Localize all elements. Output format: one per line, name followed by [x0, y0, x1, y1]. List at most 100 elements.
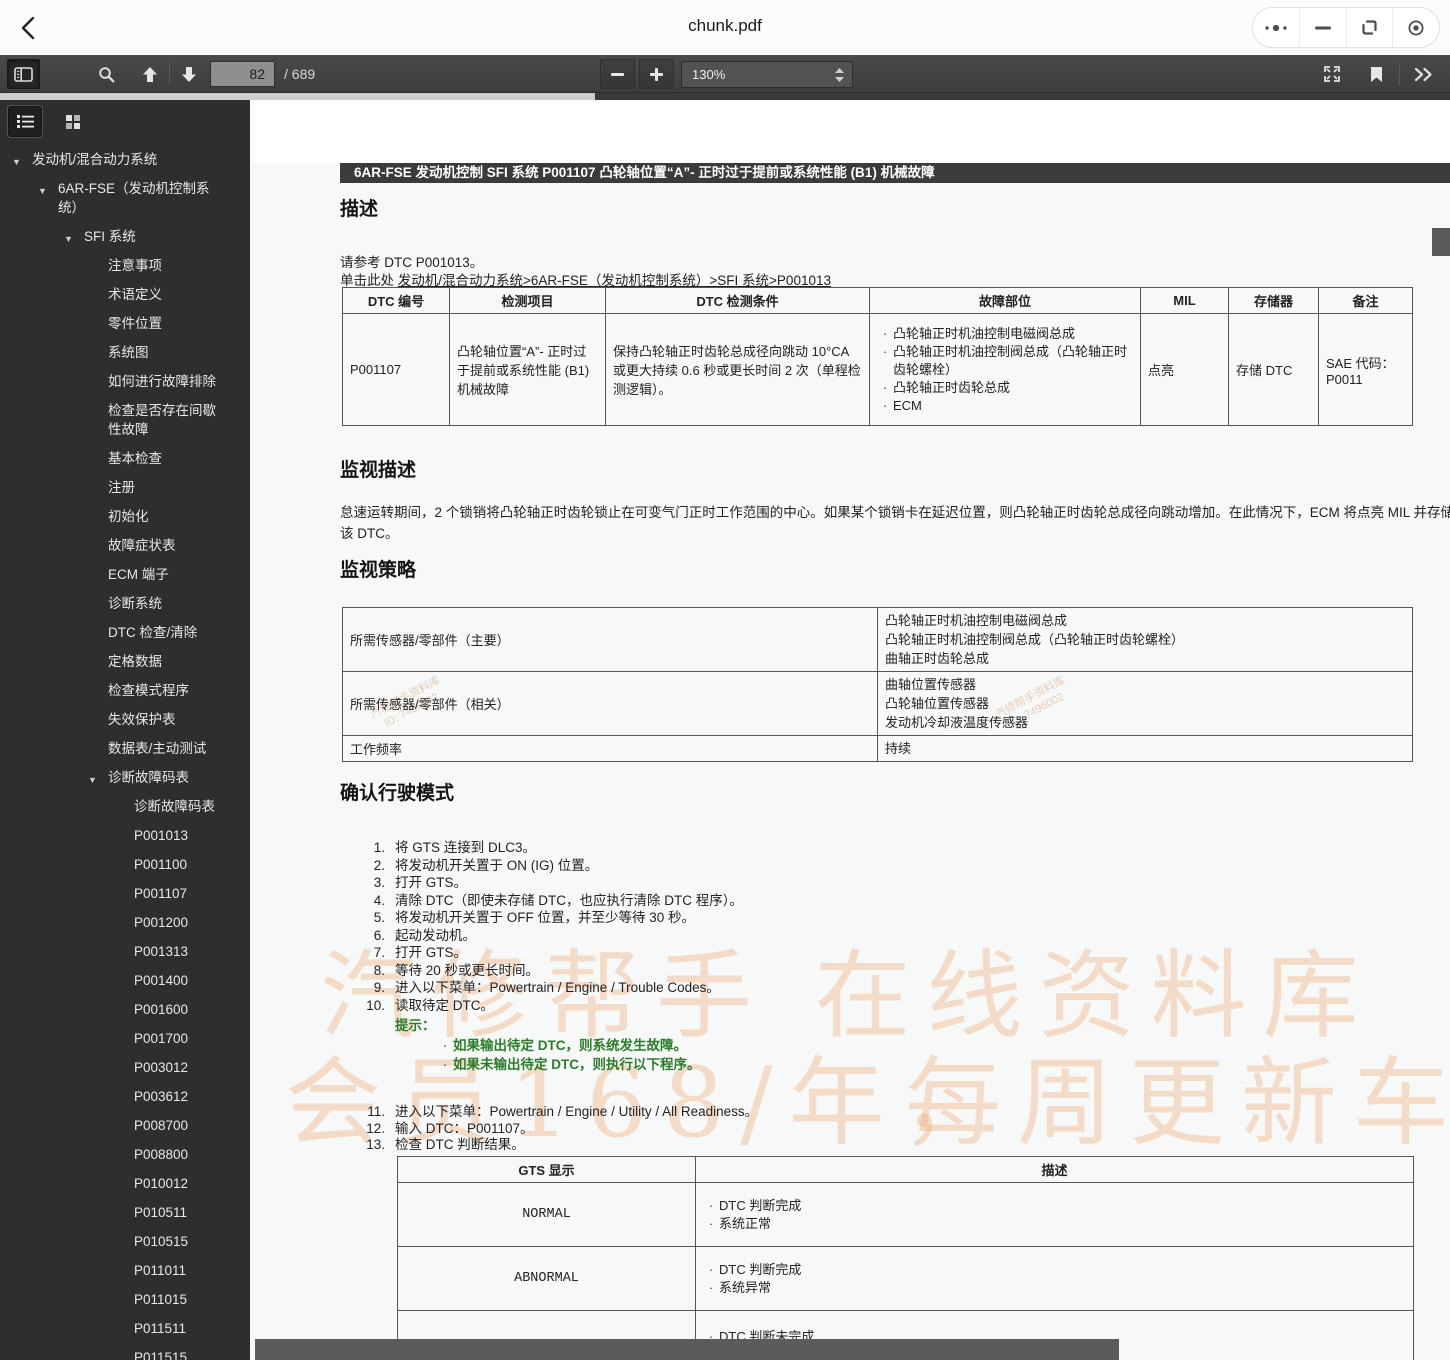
dtc-table-header-row: DTC 编号 检测项目 DTC 检测条件 故障部位 MIL 存储器 备注: [342, 287, 1413, 314]
outline-item[interactable]: ▼ 6AR-FSE（发动机控制系统）: [0, 179, 250, 217]
zoom-out-icon: [611, 72, 624, 76]
dtc-mil-cell: 点亮: [1140, 313, 1229, 426]
outline-item[interactable]: ▼ P001313: [0, 942, 250, 961]
page-down-button[interactable]: [173, 59, 205, 89]
zoom-level-select[interactable]: 130%: [681, 61, 853, 88]
outline-item[interactable]: ▼ P010515: [0, 1232, 250, 1251]
step-item: 9. 进入以下菜单：Powertrain / Engine / Trouble C…: [373, 980, 720, 995]
breadcrumb-link[interactable]: 发动机/混合动力系统>6AR-FSE（发动机控制系统）>SFI 系统>P0010…: [398, 273, 831, 288]
find-button[interactable]: [90, 59, 122, 89]
outline-item[interactable]: ▼ 失效保护表: [0, 710, 250, 729]
expand-triangle-icon[interactable]: ▼: [38, 182, 47, 201]
restore-button[interactable]: [1345, 8, 1393, 47]
outline-item[interactable]: ▼ 定格数据: [0, 652, 250, 671]
window-controls: [1252, 7, 1440, 48]
more-tools-button[interactable]: [1406, 59, 1442, 89]
thumbnails-view-button[interactable]: [56, 106, 90, 137]
zoom-in-button[interactable]: [639, 59, 674, 89]
presentation-mode-button[interactable]: [1315, 59, 1349, 89]
outline-item[interactable]: ▼ P011511: [0, 1319, 250, 1338]
bookmark-button[interactable]: [1360, 59, 1392, 89]
zoom-out-button[interactable]: [600, 59, 635, 89]
outline-item[interactable]: ▼ 检查是否存在间歇性故障: [0, 401, 250, 439]
minimize-button[interactable]: [1298, 8, 1346, 47]
outline-item[interactable]: ▼ 诊断故障码表: [0, 768, 250, 787]
outline-item[interactable]: ▼ P008700: [0, 1116, 250, 1135]
page-number-input[interactable]: [210, 61, 275, 87]
sidebar-toggle-icon: [14, 66, 33, 82]
loading-bar: [0, 93, 1450, 100]
outline-item[interactable]: ▼ P001400: [0, 971, 250, 990]
outline-item[interactable]: ▼ P008800: [0, 1145, 250, 1164]
outline-item[interactable]: ▼ 术语定义: [0, 285, 250, 304]
outline-item[interactable]: ▼ P001600: [0, 1000, 250, 1019]
outline-item[interactable]: ▼ 系统图: [0, 343, 250, 362]
step-item: 4. 清除 DTC（即使未存储 DTC，也应执行清除 DTC 程序）。: [373, 892, 743, 908]
page-up-button[interactable]: [134, 59, 166, 89]
strategy-row: 所需传感器/零部件（主要） 凸轮轴正时机油控制电磁阀总成 凸轮轴正时机油控制阀总成…: [342, 607, 1413, 672]
sidebar: ▼ 发动机/混合动力系统 ▼ 6AR-FSE（发动机控制系统） ▼ SFI 系统…: [0, 100, 250, 1360]
more-menu-button[interactable]: [1253, 8, 1299, 47]
expand-triangle-icon[interactable]: ▼: [12, 153, 21, 172]
outline-item[interactable]: ▼ 基本检查: [0, 449, 250, 468]
step-item: 7. 打开 GTS。: [373, 945, 468, 960]
outline-item[interactable]: ▼ 注册: [0, 478, 250, 497]
outline-item[interactable]: ▼ P010012: [0, 1174, 250, 1193]
dtc-item-cell: 凸轮轴位置“A”- 正时过于提前或系统性能 (B1) 机械故障: [449, 313, 606, 426]
outline-item[interactable]: ▼ DTC 检查/清除: [0, 623, 250, 642]
outline-item[interactable]: ▼ 故障症状表: [0, 536, 250, 555]
outline-item[interactable]: ▼ P001013: [0, 826, 250, 845]
outline-item[interactable]: ▼ 诊断故障码表: [0, 797, 250, 816]
expand-triangle-icon[interactable]: ▼: [64, 230, 73, 249]
outline-item[interactable]: ▼ P011515: [0, 1348, 250, 1360]
step-item: 13. 检查 DTC 判断结果。: [366, 1137, 525, 1152]
pdf-viewer-app: chunk.pdf 82 / 689 130% ▼ 发动机/混合动力系统 ▼ 6…: [0, 0, 1450, 1360]
step-item: 10. 读取待定 DTC。: [366, 997, 494, 1013]
outline-item[interactable]: ▼ P011015: [0, 1290, 250, 1309]
section-heading-monitor-strategy: 监视策略: [340, 560, 417, 581]
hint-item: · 如果未输出待定 DTC，则执行以下程序。: [442, 1057, 701, 1072]
step-item: 1. 将 GTS 连接到 DLC3。: [373, 840, 537, 855]
outline-item[interactable]: ▼ P001700: [0, 1029, 250, 1048]
outline-item[interactable]: ▼ P011011: [0, 1261, 250, 1280]
outline-item[interactable]: ▼ 数据表/主动测试: [0, 739, 250, 758]
dtc-note-cell: SAE 代码：P0011: [1318, 313, 1413, 426]
step-item: 3. 打开 GTS。: [373, 875, 468, 890]
outline-item[interactable]: ▼ P001200: [0, 913, 250, 932]
zoom-in-icon: [650, 67, 663, 81]
outline-item[interactable]: ▼ 检查模式程序: [0, 681, 250, 700]
hint-label: 提示：: [395, 1018, 436, 1033]
outline-view-button[interactable]: [8, 106, 42, 137]
select-arrows-icon: [834, 67, 845, 83]
outline-view-icon: [16, 114, 35, 129]
window-restore-icon: [1361, 19, 1378, 36]
outline-item[interactable]: ▼ 零件位置: [0, 314, 250, 333]
vertical-scrollbar-thumb[interactable]: [1432, 228, 1450, 256]
outline-item[interactable]: ▼ 注意事项: [0, 256, 250, 275]
outline-item[interactable]: ▼ P003012: [0, 1058, 250, 1077]
monitor-strategy-table: 所需传感器/零部件（主要） 凸轮轴正时机油控制电磁阀总成 凸轮轴正时机油控制阀总成…: [342, 607, 1413, 762]
outline-item[interactable]: ▼ 诊断系统: [0, 594, 250, 613]
expand-triangle-icon[interactable]: ▼: [88, 771, 97, 790]
outline-item[interactable]: ▼ P010511: [0, 1203, 250, 1222]
gts-row-normal: NORMAL · DTC 判断完成 · 系统正常: [397, 1182, 1414, 1247]
confirm-steps-11-13: 11. 进入以下菜单：Powertrain / Engine / Utility …: [351, 1104, 758, 1154]
outline-item[interactable]: ▼ SFI 系统: [0, 227, 250, 246]
hint-list: · 如果输出待定 DTC，则系统发生故障。 · 如果未输出待定 DTC，则执行以下程…: [437, 1036, 701, 1074]
section-heading-confirm-pattern: 确认行驶模式: [340, 783, 455, 804]
horizontal-scrollbar-thumb[interactable]: [255, 1339, 1119, 1360]
outline-item[interactable]: ▼ 如何进行故障排除: [0, 372, 250, 391]
step-item: 2. 将发动机开关置于 ON (IG) 位置。: [373, 857, 599, 873]
sidebar-view-buttons: [0, 100, 250, 145]
close-button[interactable]: [1392, 8, 1439, 47]
dtc-fault-parts-cell: · 凸轮轴正时机油控制电磁阀总成 · 凸轮轴正时机油控制阀总成（凸轮轴正时齿轮螺栓） ·…: [869, 313, 1141, 426]
sidebar-toggle-button[interactable]: [7, 59, 40, 89]
outline-item[interactable]: ▼ 初始化: [0, 507, 250, 526]
outline-item[interactable]: ▼ P003612: [0, 1087, 250, 1106]
outline-item[interactable]: ▼ P001107: [0, 884, 250, 903]
outline-item[interactable]: ▼ 发动机/混合动力系统: [0, 150, 250, 169]
pdf-toolbar: / 689 130%: [0, 55, 1450, 93]
outline-item[interactable]: ▼ ECM 端子: [0, 565, 250, 584]
step-item: 6. 起动发动机。: [373, 927, 476, 943]
outline-item[interactable]: ▼ P001100: [0, 855, 250, 874]
